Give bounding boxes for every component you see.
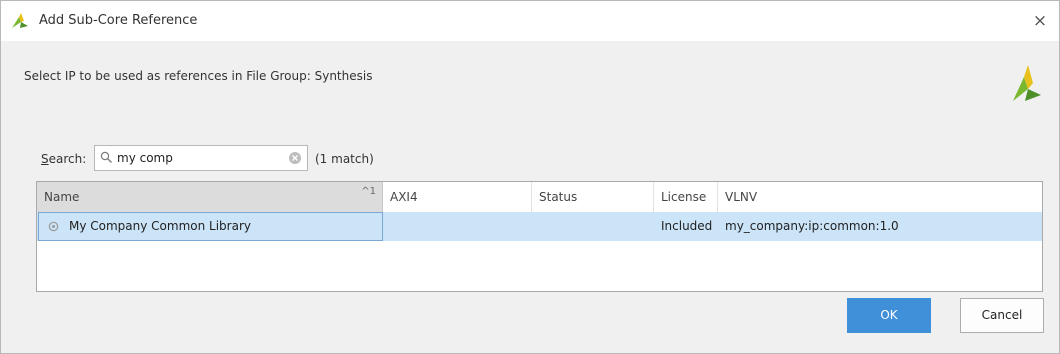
search-icon	[100, 151, 112, 163]
add-sub-core-reference-dialog: Add Sub-Core Reference × Select IP to be…	[0, 0, 1060, 354]
search-label: Search:	[41, 152, 87, 166]
ok-button[interactable]: OK	[847, 298, 931, 333]
cell-name: My Company Common Library	[38, 212, 383, 241]
clear-icon[interactable]	[288, 151, 302, 165]
table-header: Name ^1 AXI4 Status License VLNV	[37, 182, 1042, 212]
instruction-text: Select IP to be used as references in Fi…	[24, 69, 373, 83]
title-bar: Add Sub-Core Reference ×	[1, 1, 1059, 41]
sort-ascending-icon: ^1	[361, 186, 376, 197]
vivado-brand-logo-icon	[1013, 65, 1041, 101]
vivado-logo-icon	[12, 13, 28, 28]
close-icon[interactable]: ×	[1027, 9, 1053, 33]
cell-license: Included	[661, 219, 713, 233]
window-title: Add Sub-Core Reference	[39, 13, 198, 28]
search-field[interactable]	[94, 145, 308, 171]
table-row[interactable]: My Company Common Library Included my_co…	[37, 212, 1042, 241]
ip-table: Name ^1 AXI4 Status License VLNV My Comp…	[36, 181, 1043, 292]
ip-core-icon	[48, 221, 59, 232]
cell-vlnv: my_company:ip:common:1.0	[725, 219, 899, 233]
column-header-status[interactable]: Status	[532, 182, 654, 212]
column-header-license[interactable]: License	[654, 182, 718, 212]
column-header-vlnv[interactable]: VLNV	[718, 182, 1042, 212]
column-header-name[interactable]: Name ^1	[37, 182, 383, 212]
search-input[interactable]	[117, 149, 277, 167]
cancel-button[interactable]: Cancel	[960, 298, 1044, 333]
column-header-axi4[interactable]: AXI4	[383, 182, 532, 212]
match-count: (1 match)	[315, 152, 374, 166]
